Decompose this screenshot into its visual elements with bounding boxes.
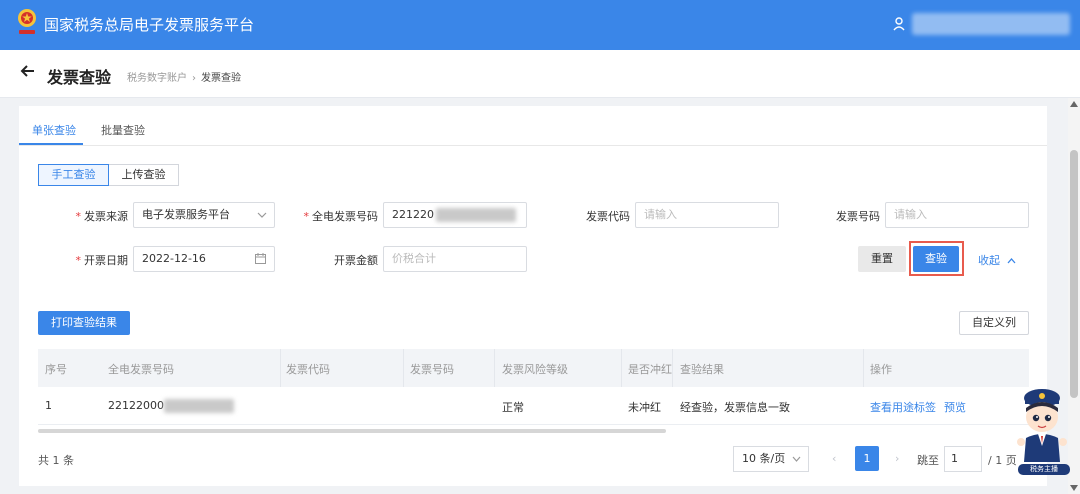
col-header-risk-level: 发票风险等级 — [502, 363, 568, 376]
col-header-invoice-code: 发票代码 — [286, 363, 330, 376]
amount-input[interactable]: 价税合计 — [383, 246, 527, 272]
full-invoice-number-label: * 全电发票号码 — [303, 210, 379, 223]
tabs-divider — [19, 145, 1047, 146]
column-divider — [494, 349, 495, 387]
cell-risk-level: 正常 — [502, 401, 524, 414]
col-header-invoice-number: 发票号码 — [410, 363, 454, 376]
user-icon[interactable] — [893, 17, 905, 31]
tab-single-check[interactable]: 单张查验 — [32, 122, 76, 138]
calendar-icon — [255, 253, 266, 264]
amount-label: 开票金额 — [334, 254, 378, 267]
back-arrow-icon[interactable] — [20, 63, 36, 79]
row-divider — [38, 424, 1029, 425]
column-divider — [863, 349, 864, 387]
issue-date-label: * 开票日期 — [75, 254, 129, 267]
invoice-number-input[interactable]: 请输入 — [885, 202, 1029, 228]
mascot-caption: 税务主播 — [1018, 464, 1070, 475]
tax-emblem-icon — [18, 9, 36, 34]
scroll-up-icon[interactable] — [1070, 101, 1078, 107]
goto-label: 跳至 — [917, 454, 939, 467]
invoice-source-select[interactable]: 电子发票服务平台 — [133, 202, 275, 228]
goto-page-input[interactable]: 1 — [944, 446, 982, 472]
chevron-down-icon — [792, 456, 801, 462]
scroll-down-icon[interactable] — [1070, 485, 1078, 491]
page-title: 发票查验 — [47, 68, 112, 87]
invoice-code-label: 发票代码 — [586, 210, 630, 223]
col-header-full-invoice-number: 全电发票号码 — [108, 363, 174, 376]
view-usage-tag-link[interactable]: 查看用途标签 — [870, 399, 936, 415]
app-title: 国家税务总局电子发票服务平台 — [44, 16, 255, 34]
prev-page-button[interactable]: ‹ — [832, 452, 836, 465]
column-divider — [621, 349, 622, 387]
column-divider — [403, 349, 404, 387]
reset-button[interactable]: 重置 — [858, 246, 906, 272]
tax-mascot-icon[interactable] — [1012, 384, 1072, 476]
invoice-number-label: 发票号码 — [836, 210, 880, 223]
check-button[interactable]: 查验 — [913, 246, 959, 272]
col-header-operation: 操作 — [870, 363, 892, 376]
breadcrumb-item-current: 发票查验 — [201, 73, 241, 84]
chevron-up-icon — [1007, 258, 1015, 264]
issue-date-picker[interactable]: 2022-12-16 — [133, 246, 275, 272]
cell-result: 经查验，发票信息一致 — [680, 401, 790, 414]
user-name-blurred[interactable] — [912, 13, 1070, 35]
col-header-index: 序号 — [45, 363, 67, 376]
breadcrumb-item-account[interactable]: 税务数字账户 — [127, 73, 187, 84]
col-header-red-flush: 是否冲红 — [628, 363, 672, 376]
cell-full-invoice-number: 22122000 — [108, 399, 234, 413]
breadcrumb: 税务数字账户 › 发票查验 — [127, 69, 241, 84]
custom-columns-button[interactable]: 自定义列 — [959, 311, 1029, 335]
invoice-code-input[interactable]: 请输入 — [635, 202, 779, 228]
column-divider — [280, 349, 281, 387]
next-page-button[interactable]: › — [895, 452, 899, 465]
preview-link[interactable]: 预览 — [944, 399, 966, 415]
breadcrumb-separator: › — [192, 73, 196, 84]
tab-batch-check[interactable]: 批量查验 — [101, 122, 145, 138]
redacted-number — [436, 208, 516, 222]
invoice-source-label: * 发票来源 — [75, 210, 129, 223]
scrollbar-thumb[interactable] — [1070, 150, 1078, 398]
cell-index: 1 — [45, 399, 52, 412]
redacted-number — [164, 399, 234, 413]
chevron-down-icon — [257, 212, 267, 218]
column-divider — [672, 349, 673, 387]
full-invoice-number-input[interactable]: 221220 — [383, 202, 527, 228]
total-count: 共 1 条 — [38, 454, 74, 467]
page-size-select[interactable]: 10 条/页 — [733, 446, 809, 472]
cell-red-flush: 未冲红 — [628, 401, 661, 414]
col-header-result: 查验结果 — [680, 363, 724, 376]
collapse-toggle[interactable]: 收起 — [978, 252, 1016, 268]
horizontal-scrollbar[interactable] — [38, 429, 666, 433]
page-1-button[interactable]: 1 — [855, 446, 879, 471]
mode-upload-check[interactable]: 上传查验 — [108, 164, 179, 186]
print-results-button[interactable]: 打印查验结果 — [38, 311, 130, 335]
mode-manual-check[interactable]: 手工查验 — [38, 164, 109, 186]
